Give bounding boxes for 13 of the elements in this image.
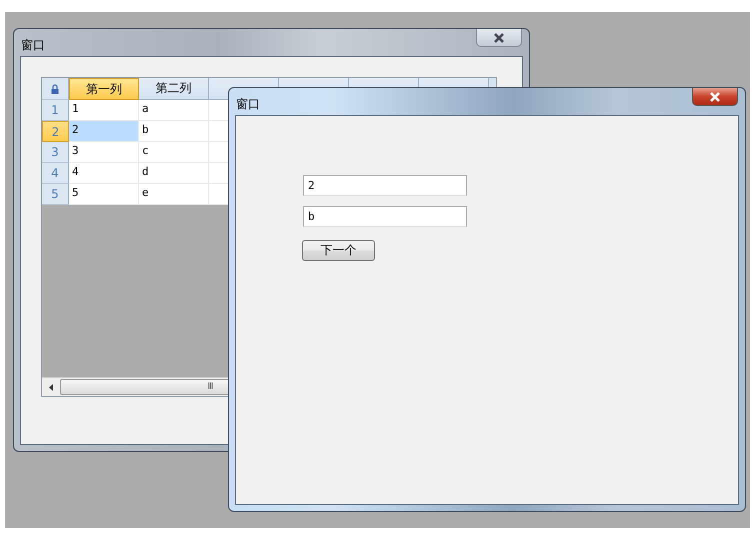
table-cell: 2 bbox=[69, 121, 139, 142]
table-cell: d bbox=[139, 163, 209, 184]
table-cell: 1 bbox=[69, 100, 139, 121]
table-cell: 5 bbox=[69, 184, 139, 205]
window-title: 窗口 bbox=[236, 96, 260, 113]
table-cell: 3 bbox=[69, 142, 139, 163]
window-title: 窗口 bbox=[21, 37, 45, 54]
table-cell: e bbox=[139, 184, 209, 205]
table-cell: b bbox=[139, 121, 209, 142]
table-cell: c bbox=[139, 142, 209, 163]
grip-text: III bbox=[208, 382, 212, 392]
table-cell: 4 bbox=[69, 163, 139, 184]
table-cell: a bbox=[139, 100, 209, 121]
